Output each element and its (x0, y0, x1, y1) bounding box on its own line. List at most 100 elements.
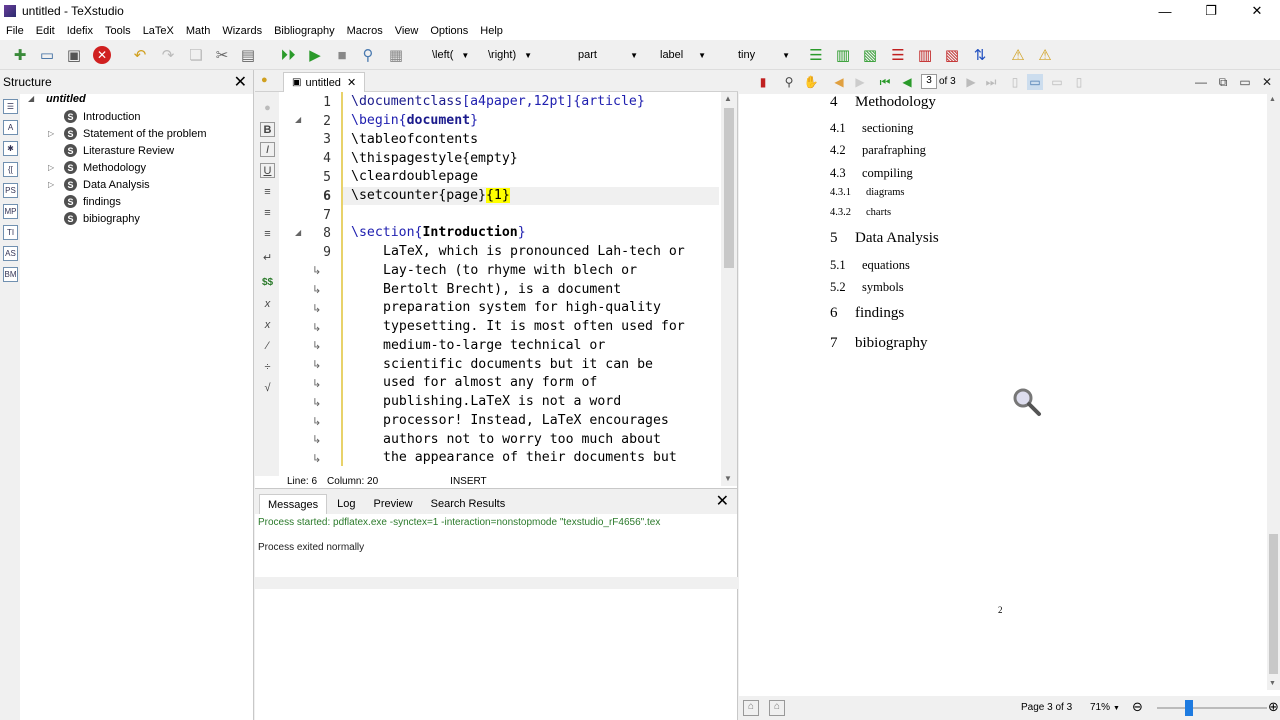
viewer-embed-icon[interactable]: ⧉ (1215, 74, 1231, 90)
toc-entry[interactable]: 4.3 compiling (830, 166, 913, 181)
previous-page-icon[interactable]: ◀ (899, 74, 915, 90)
scroll-down-icon[interactable]: ▼ (1269, 680, 1276, 687)
tab-search-results[interactable]: Search Results (423, 494, 514, 514)
undo-icon[interactable]: ↶ (130, 45, 150, 65)
structure-close-button[interactable]: ✕ (234, 72, 247, 92)
tab-log[interactable]: Log (329, 494, 363, 514)
zoom-search-icon[interactable]: ⚲ (781, 74, 797, 90)
copy-icon[interactable]: ❏ (186, 45, 206, 65)
dfrac-icon[interactable]: ÷ (260, 359, 275, 374)
tikz-icon[interactable]: TI (3, 225, 18, 240)
pstricks-icon[interactable]: PS (3, 183, 18, 198)
tab-bookmark-icon[interactable]: ● (261, 74, 268, 86)
newline-icon[interactable]: ↵ (260, 250, 275, 265)
compile-icon[interactable]: ▶ (305, 45, 325, 65)
toc-entry[interactable]: 4.3.1 diagrams (830, 187, 905, 198)
menu-bibliography[interactable]: Bibliography (268, 25, 341, 37)
viewer-minimize-icon[interactable]: — (1193, 74, 1209, 90)
zoom-out-icon[interactable]: ⊖ (1132, 699, 1143, 715)
fraction-icon[interactable]: ⁄ (260, 338, 275, 353)
expand-arrow-icon[interactable]: ▷ (48, 129, 54, 138)
first-page-icon[interactable]: ⏮ (877, 74, 893, 90)
warning-next-icon[interactable]: ⚠ (1035, 45, 1055, 65)
tab-untitled[interactable]: ▣ untitled ✕ (283, 72, 366, 92)
editor-scrollbar-thumb[interactable] (724, 108, 734, 268)
code-line-5[interactable]: \cleardoublepage (351, 168, 478, 186)
table-rows-icon[interactable]: ☰ (806, 45, 826, 65)
code-line-1[interactable]: \documentclass[a4paper,12pt]{article} (351, 93, 645, 111)
math-mode-icon[interactable]: $$ (260, 275, 275, 290)
viewer-close-icon[interactable]: ✕ (1259, 74, 1275, 90)
code-line-9-wrap-2[interactable]: Lay-tech (to rhyme with blech or (383, 262, 637, 280)
save-icon[interactable]: ▣ (64, 45, 84, 65)
scroll-up-icon[interactable]: ▲ (724, 94, 732, 103)
table-column-icon[interactable]: ▥ (833, 45, 853, 65)
view-log-icon[interactable]: ▦ (386, 45, 406, 65)
right-delimiter-combo[interactable]: \right) ▼ (488, 46, 532, 64)
align-left-icon[interactable]: ≡ (260, 184, 275, 199)
page-number-input[interactable]: 3 (921, 74, 937, 89)
tab-close-button[interactable]: ✕ (347, 76, 356, 89)
close-file-icon[interactable]: ✕ (92, 45, 112, 65)
fit-width-icon[interactable]: ▯ (1007, 74, 1023, 90)
subscript-icon[interactable]: x (260, 296, 275, 311)
code-line-9-wrap-3[interactable]: Bertolt Brecht), is a document (383, 281, 621, 299)
table-remove-row-icon[interactable]: ☰ (888, 45, 908, 65)
expand-arrow-icon[interactable]: ▷ (48, 180, 54, 189)
brackets-icon[interactable]: {[ (3, 162, 18, 177)
code-line-9-wrap-11[interactable]: authors not to worry too much about (383, 431, 661, 449)
editor-scrollbar[interactable]: ▲ ▼ (721, 92, 737, 486)
tree-root[interactable]: untitled (46, 93, 86, 105)
code-line-4[interactable]: \thispagestyle{empty} (351, 150, 518, 168)
code-line-9-wrap-7[interactable]: scientific documents but it can be (383, 356, 653, 374)
menu-wizards[interactable]: Wizards (216, 25, 268, 37)
toc-entry[interactable]: 5 Data Analysis (830, 230, 939, 247)
menu-latex[interactable]: LaTeX (137, 25, 180, 37)
expand-arrow-icon[interactable]: ▷ (48, 163, 54, 172)
toc-entry[interactable]: 4 Methodology (830, 94, 936, 111)
asymptote-icon[interactable]: AS (3, 246, 18, 261)
tree-item-statement[interactable]: ▷ S Statement of the problem (48, 125, 207, 142)
menu-edit[interactable]: Edit (30, 25, 61, 37)
messages-divider[interactable] (255, 577, 738, 589)
code-line-9-wrap-1[interactable]: LaTeX, which is pronounced Lah-tech or (383, 243, 685, 261)
fold-marker-icon[interactable]: ◢ (295, 115, 301, 124)
size-combo[interactable]: tiny ▼ (738, 46, 790, 64)
menu-view[interactable]: View (389, 25, 425, 37)
cut-icon[interactable]: ✂ (212, 45, 232, 65)
bold-icon[interactable]: B (260, 122, 275, 137)
code-line-8[interactable]: \section{Introduction} (351, 224, 526, 242)
section-combo[interactable]: part ▼ (578, 46, 638, 64)
paste-icon[interactable]: ▤ (238, 45, 258, 65)
warning-icon[interactable]: ⚠ (1008, 45, 1028, 65)
label-combo[interactable]: label ▼ (660, 46, 706, 64)
toc-entry[interactable]: 5.1 equations (830, 258, 910, 273)
fit-page-icon[interactable]: ▭ (1027, 74, 1043, 90)
viewer-scrollbar-thumb[interactable] (1269, 534, 1278, 674)
symbols-icon[interactable]: ✱ (3, 141, 18, 156)
minimize-button[interactable]: — (1142, 0, 1188, 22)
redo-icon[interactable]: ↷ (158, 45, 178, 65)
zoom-in-icon[interactable]: ⊕ (1268, 699, 1279, 715)
tree-item-findings[interactable]: Sfindings (64, 193, 121, 210)
stop-icon[interactable]: ■ (332, 45, 352, 65)
metapost-icon[interactable]: MP (3, 204, 18, 219)
underline-icon[interactable]: U (260, 163, 275, 178)
tree-item-methodology[interactable]: ▷ S Methodology (48, 159, 146, 176)
code-line-9-wrap-9[interactable]: publishing.LaTeX is not a word (383, 393, 621, 411)
code-line-9-wrap-6[interactable]: medium-to-large technical or (383, 337, 605, 355)
left-delimiter-combo[interactable]: \left(▼ (432, 46, 469, 64)
sync-icon[interactable]: ⌂ (769, 700, 785, 716)
toc-entry[interactable]: 4.2 parafraphing (830, 143, 926, 158)
code-line-9-wrap-12[interactable]: the appearance of their documents but (383, 449, 677, 466)
new-file-icon[interactable]: ✚ (10, 45, 30, 65)
continuous-icon[interactable]: ▭ (1049, 74, 1065, 90)
tab-preview[interactable]: Preview (366, 494, 421, 514)
tree-item-literature[interactable]: S Literasture Review (64, 142, 174, 159)
table-insert-icon[interactable]: ▧ (860, 45, 880, 65)
beamer-icon[interactable]: BM (3, 267, 18, 282)
toc-entry[interactable]: 4.1 sectioning (830, 121, 913, 136)
viewer-maximize-icon[interactable]: ▭ (1237, 74, 1253, 90)
structure-view-icon[interactable]: ☰ (3, 99, 18, 114)
code-line-9-wrap-8[interactable]: used for almost any form of (383, 374, 597, 392)
